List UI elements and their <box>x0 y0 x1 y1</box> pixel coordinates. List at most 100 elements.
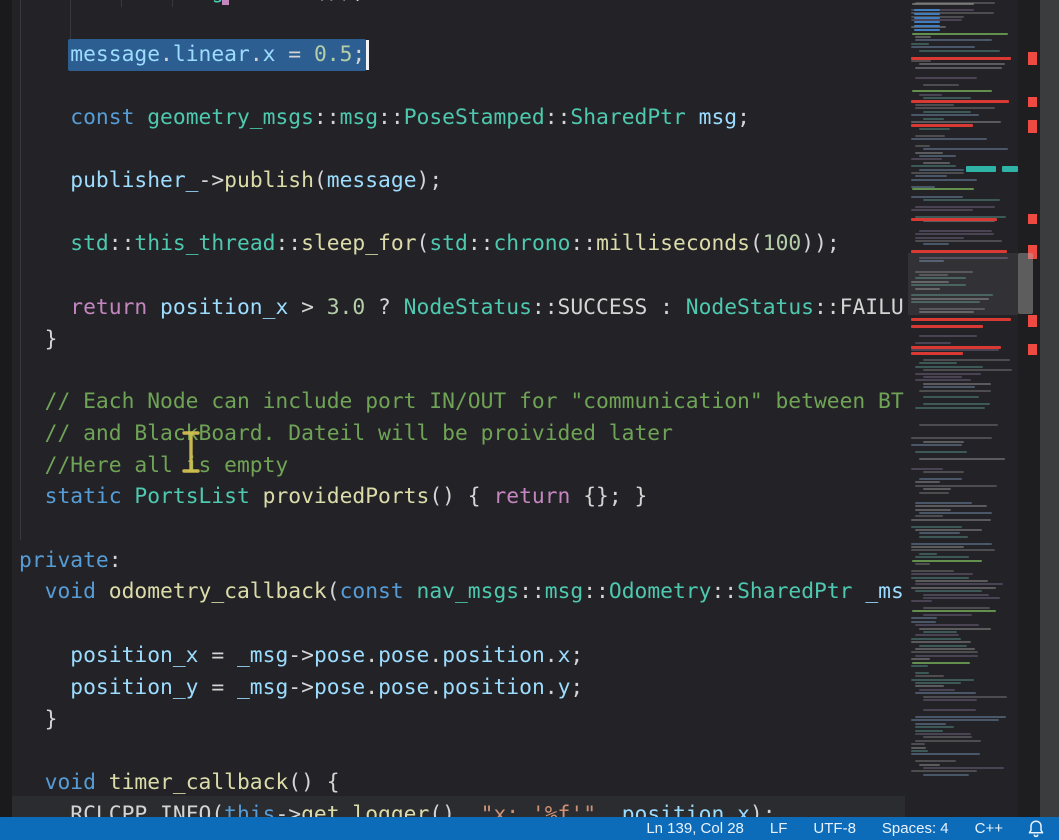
minimap-code-row <box>919 63 1005 65</box>
code-line[interactable]: publisher_->publish(message); <box>19 165 442 197</box>
minimap-code-row <box>923 118 944 120</box>
minimap-code-row <box>919 536 968 538</box>
minimap-code-row <box>915 692 976 694</box>
minimap-comment-row <box>912 33 1008 35</box>
minimap-code-row <box>915 509 951 511</box>
code-line[interactable]: std::this_thread::sleep_for(std::chrono:… <box>19 228 840 260</box>
status-item-eol-sequence[interactable]: LF <box>770 820 788 837</box>
code-line[interactable]: void timer_callback() { <box>19 767 340 799</box>
minimap-code-row <box>923 403 990 405</box>
code-line[interactable]: const geometry_msgs::msg::PoseStamped::S… <box>19 102 750 134</box>
minimap-include-row <box>914 25 940 27</box>
minimap-code-row <box>911 753 980 755</box>
minimap-code-row <box>911 46 975 48</box>
minimap-code-row <box>911 179 977 181</box>
minimap-code-row <box>915 237 964 239</box>
code-editor[interactable]: msg::Twist()); message.linear.x = 0.5; c… <box>12 0 905 817</box>
right-edge-strip <box>1040 0 1059 817</box>
minimap-code-row <box>919 424 998 426</box>
code-line[interactable]: private: <box>19 545 122 577</box>
code-line[interactable]: //Here all is empty <box>19 450 288 482</box>
minimap-code-row <box>911 573 973 575</box>
minimap-code-row <box>911 468 943 470</box>
minimap-code-row <box>915 726 954 728</box>
minimap-code-row <box>915 740 981 742</box>
minimap-code-row <box>919 645 967 647</box>
minimap[interactable] <box>908 0 1018 817</box>
minimap-highlight-chip <box>966 166 996 172</box>
minimap-code-row <box>923 594 989 596</box>
minimap-error-row <box>911 218 997 221</box>
minimap-code-row <box>915 481 940 483</box>
code-line[interactable]: message.linear.x = 0.5; <box>19 39 365 71</box>
code-line[interactable]: position_y = _msg->pose.pose.position.y; <box>19 672 583 704</box>
minimap-include-row <box>914 17 940 19</box>
minimap-code-row <box>915 733 971 735</box>
minimap-code-row <box>911 172 964 174</box>
minimap-comment-row <box>912 90 992 92</box>
minimap-include-row <box>914 13 940 15</box>
code-line[interactable]: static PortsList providedPorts() { retur… <box>19 481 647 513</box>
minimap-code-row <box>919 390 991 392</box>
minimap-code-row <box>915 502 972 504</box>
code-line[interactable]: msg::Twist()); <box>19 0 365 8</box>
scrollbar-thumb[interactable] <box>1018 253 1033 314</box>
minimap-code-row <box>911 679 974 681</box>
minimap-code-row <box>911 587 996 589</box>
minimap-code-row <box>911 651 978 653</box>
minimap-code-row <box>919 689 955 691</box>
minimap-slider[interactable] <box>908 253 1018 315</box>
minimap-code-row <box>911 549 995 551</box>
minimap-code-row <box>923 97 971 99</box>
code-line[interactable]: } <box>19 324 57 356</box>
minimap-code-row <box>919 128 950 130</box>
minimap-code-row <box>911 43 929 45</box>
minimap-code-row <box>911 114 979 116</box>
minimap-code-row <box>911 165 956 167</box>
code-line[interactable]: position_x = _msg->pose.pose.position.x; <box>19 640 583 672</box>
minimap-code-row <box>915 104 954 106</box>
status-item-indentation[interactable]: Spaces: 4 <box>882 820 949 837</box>
minimap-error-row <box>911 124 973 127</box>
code-line[interactable]: void odometry_callback(const nav_msgs::m… <box>19 576 905 608</box>
status-item-language-mode[interactable]: C++ <box>975 820 1003 837</box>
minimap-code-row <box>919 492 949 494</box>
minimap-code-row <box>911 196 963 198</box>
error-marker <box>1028 214 1037 224</box>
minimap-code-row <box>915 634 959 636</box>
overview-ruler <box>1018 0 1040 817</box>
status-item-cursor-position[interactable]: Ln 139, Col 28 <box>646 820 744 837</box>
minimap-code-row <box>911 750 928 752</box>
minimap-code-row <box>923 199 1000 201</box>
minimap-code-row <box>915 624 979 626</box>
code-line[interactable]: // and BlackBoard. Dateil will be proivi… <box>19 418 673 450</box>
minimap-code-row <box>911 747 926 749</box>
minimap-code-row <box>911 577 969 579</box>
minimap-code-row <box>915 233 994 235</box>
minimap-include-row <box>914 21 940 23</box>
minimap-comment-row <box>912 188 974 190</box>
code-line[interactable]: RCLCPP_INFO(this->get_logger(), "x: '%f'… <box>19 799 776 817</box>
minimap-code-row <box>919 512 992 514</box>
minimap-code-row <box>915 730 943 732</box>
code-line[interactable]: return position_x > 3.0 ? NodeStatus::SU… <box>19 292 905 324</box>
minimap-code-row <box>911 570 954 572</box>
minimap-code-row <box>923 148 1008 150</box>
minimap-code-row <box>915 240 1002 242</box>
minimap-code-row <box>915 648 975 650</box>
minimap-code-row <box>923 471 964 473</box>
minimap-code-row <box>915 407 985 409</box>
minimap-code-row <box>923 767 1004 769</box>
minimap-code-row <box>923 774 969 776</box>
minimap-code-row <box>915 379 971 381</box>
minimap-comment-row <box>912 662 970 664</box>
minimap-error-row <box>911 318 1011 321</box>
minimap-code-row <box>915 723 946 725</box>
minimap-code-row <box>919 94 942 96</box>
status-item-encoding[interactable]: UTF-8 <box>813 820 856 837</box>
code-line[interactable]: } <box>19 704 57 736</box>
minimap-code-row <box>911 519 991 521</box>
minimap-code-row <box>915 716 1006 718</box>
bell-icon[interactable] <box>1027 819 1045 838</box>
code-line[interactable]: // Each Node can include port IN/OUT for… <box>19 386 904 418</box>
